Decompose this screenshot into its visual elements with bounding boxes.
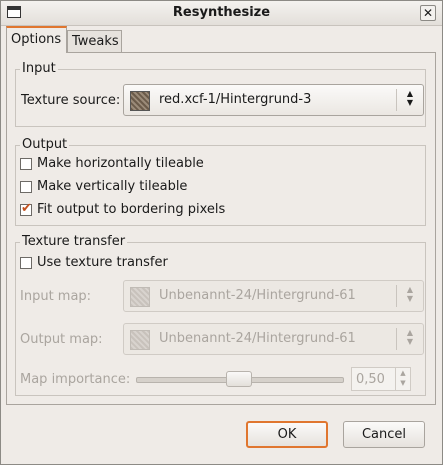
checkbox-label: Use texture transfer xyxy=(37,255,168,270)
updown-arrows-icon: ▲ ▼ xyxy=(396,89,423,111)
titlebar: Resynthesize ✕ xyxy=(1,1,442,26)
use-texture-transfer-checkbox[interactable]: Use texture transfer xyxy=(20,255,168,270)
cancel-button[interactable]: Cancel xyxy=(343,421,425,448)
checkbox-box-checked[interactable] xyxy=(20,201,32,216)
fit-output-checkbox[interactable]: Fit output to bordering pixels xyxy=(20,201,226,217)
texture-thumbnail-icon xyxy=(130,330,150,350)
dialog-window: Resynthesize ✕ Options Tweaks Input Text… xyxy=(0,0,443,465)
horizontal-tileable-checkbox[interactable]: Make horizontally tileable xyxy=(20,156,204,171)
output-map-value: Unbenannt-24/Hintergrund-61 xyxy=(159,331,356,346)
ok-button[interactable]: OK xyxy=(246,421,328,448)
texture-transfer-frame-label: Texture transfer xyxy=(20,234,128,250)
close-icon: ✕ xyxy=(422,6,434,20)
texture-source-value: red.xcf-1/Hintergrund-3 xyxy=(159,92,312,107)
map-importance-label: Map importance: xyxy=(20,372,131,387)
tab-options[interactable]: Options xyxy=(6,26,67,53)
texture-source-label: Texture source: xyxy=(21,93,121,108)
checkbox-label: Fit output to bordering pixels xyxy=(37,202,226,217)
input-map-combo[interactable]: Unbenannt-24/Hintergrund-61 ▲ ▼ xyxy=(123,280,424,312)
output-map-label: Output map: xyxy=(20,332,103,347)
texture-thumbnail-icon xyxy=(130,287,150,307)
checkbox-label: Make horizontally tileable xyxy=(37,156,204,171)
close-button[interactable]: ✕ xyxy=(420,5,436,21)
input-frame-label: Input xyxy=(20,61,58,77)
updown-arrows-icon: ▲ ▼ xyxy=(396,328,423,350)
input-map-label: Input map: xyxy=(20,289,92,304)
checkbox-box[interactable] xyxy=(20,256,32,269)
input-map-value: Unbenannt-24/Hintergrund-61 xyxy=(159,288,356,303)
output-map-combo[interactable]: Unbenannt-24/Hintergrund-61 ▲ ▼ xyxy=(123,323,424,355)
checkbox-box[interactable] xyxy=(20,180,32,193)
output-frame-label: Output xyxy=(20,137,70,153)
texture-source-combo[interactable]: red.xcf-1/Hintergrund-3 ▲ ▼ xyxy=(123,84,424,116)
vertical-tileable-checkbox[interactable]: Make vertically tileable xyxy=(20,179,187,194)
texture-thumbnail-icon xyxy=(130,91,150,111)
checkbox-label: Make vertically tileable xyxy=(37,179,188,194)
options-panel: Input Texture source: red.xcf-1/Hintergr… xyxy=(6,52,436,405)
map-importance-spinbutton[interactable]: 0,50 ▲ ▼ xyxy=(351,367,411,391)
spin-arrows-icon[interactable]: ▲ ▼ xyxy=(395,368,410,390)
updown-arrows-icon: ▲ ▼ xyxy=(396,285,423,307)
tab-tweaks[interactable]: Tweaks xyxy=(67,30,122,52)
window-title: Resynthesize xyxy=(172,5,271,20)
checkbox-box[interactable] xyxy=(20,157,32,170)
map-importance-slider-handle[interactable] xyxy=(226,371,252,387)
map-importance-value: 0,50 xyxy=(356,372,385,387)
